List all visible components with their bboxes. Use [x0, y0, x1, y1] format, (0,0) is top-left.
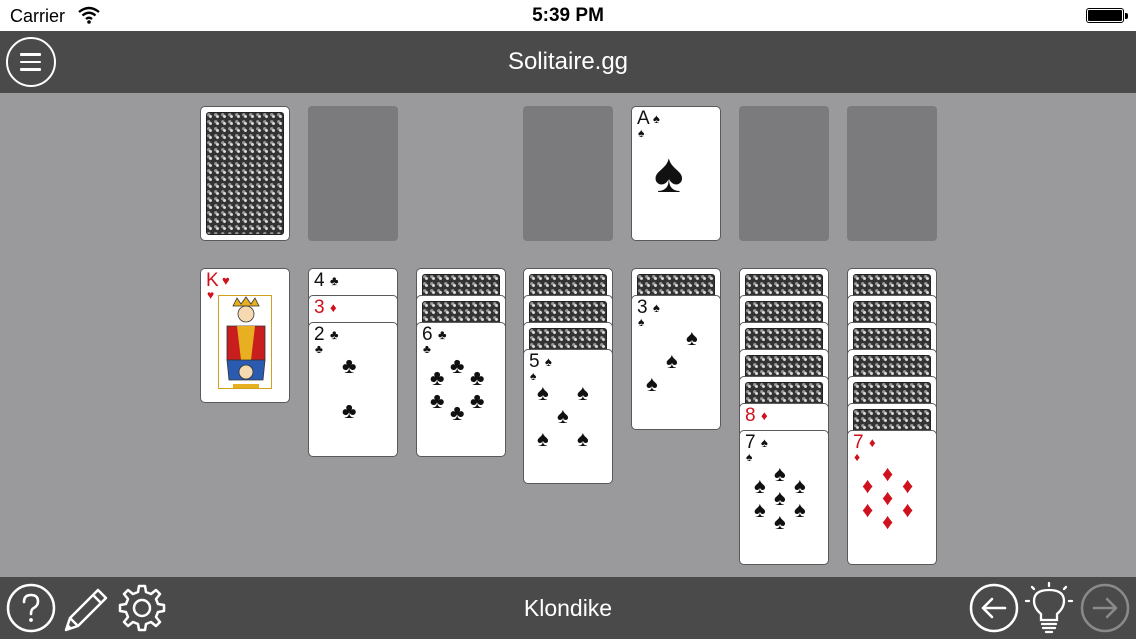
spade-icon: ♠: [794, 473, 806, 498]
diamond-icon: ♦: [902, 473, 914, 498]
card-suit: ♥: [222, 273, 230, 288]
club-icon: ♣: [470, 388, 485, 413]
diamond-icon: ♦: [902, 497, 914, 522]
card-suit: ♠: [653, 300, 660, 315]
card-suit: ♠: [545, 354, 552, 369]
card-suit: ♥: [207, 288, 215, 302]
title-bar: Solitaire.gg: [0, 31, 1136, 93]
club-icon: ♠: [646, 371, 658, 396]
card-suit: ♠: [761, 435, 768, 450]
card-suit: ♦: [869, 435, 876, 450]
page-title: Solitaire.gg: [507, 48, 629, 75]
card-rank: 4: [314, 270, 325, 291]
arrow-right-icon[interactable]: [1080, 583, 1130, 633]
diamond-icon: ♦: [862, 473, 874, 498]
tableau-card[interactable]: K ♥ ♥: [200, 268, 290, 403]
club-icon: ♣: [342, 353, 357, 378]
tableau-card[interactable]: 5 ♠ ♠ ♠ ♠ ♠ ♠ ♠: [523, 349, 613, 484]
card-suit: ♠: [530, 369, 537, 383]
foundation-2[interactable]: A ♠ ♠ ♠: [631, 106, 721, 241]
diamond-icon: ♦: [882, 485, 894, 510]
foundation-4[interactable]: [847, 106, 937, 241]
club-icon: ♠: [686, 325, 698, 350]
diamond-icon: ♦: [882, 461, 894, 486]
card-suit: ♦: [330, 300, 337, 315]
spade-icon: ♠: [774, 509, 786, 534]
card-suit: ♣: [438, 327, 447, 342]
club-icon: ♣: [342, 398, 357, 423]
spade-icon: ♠: [794, 497, 806, 522]
stock-pile[interactable]: [200, 106, 290, 241]
clock: 5:39 PM: [532, 5, 604, 26]
spade-icon: ♠: [537, 380, 549, 405]
tableau-card[interactable]: 3 ♠ ♠ ♠ ♠ ♠: [631, 295, 721, 430]
tableau-card[interactable]: 7 ♦ ♦ ♦ ♦ ♦ ♦ ♦ ♦ ♦: [847, 430, 937, 565]
card-suit: ♣: [330, 273, 339, 288]
club-icon: ♣: [450, 400, 465, 425]
card-rank: 3: [314, 297, 325, 318]
card-suit: ♠: [746, 450, 753, 464]
tableau-card[interactable]: 7 ♠ ♠ ♠ ♠ ♠ ♠ ♠ ♠ ♠: [739, 430, 829, 565]
club-icon: ♣: [430, 388, 445, 413]
card-rank: 8: [745, 405, 756, 426]
king-portrait: [218, 295, 272, 389]
spade-icon: ♠: [774, 461, 786, 486]
tableau-card[interactable]: 6 ♣ ♣ ♣ ♣ ♣ ♣ ♣ ♣: [416, 322, 506, 457]
card-suit: ♠: [638, 126, 645, 140]
card-suit: ♠: [653, 111, 660, 126]
card-suit: ♠: [638, 315, 645, 329]
foundation-3[interactable]: [739, 106, 829, 241]
card-suit: ♣: [423, 342, 431, 356]
diamond-icon: ♦: [882, 509, 894, 534]
waste-pile[interactable]: [308, 106, 398, 241]
club-icon: ♣: [450, 353, 465, 378]
lightbulb-icon[interactable]: [1024, 581, 1074, 635]
spade-icon: ♠: [557, 403, 569, 428]
arrow-left-icon[interactable]: [969, 583, 1019, 633]
diamond-icon: ♦: [862, 497, 874, 522]
spade-icon: ♠: [654, 141, 684, 204]
spade-icon: ♠: [537, 426, 549, 451]
card-suit: ♣: [330, 327, 339, 342]
spade-icon: ♠: [774, 485, 786, 510]
spade-icon: ♠: [754, 497, 766, 522]
tableau-card[interactable]: 2 ♣ ♣ ♣ ♣: [308, 322, 398, 457]
spade-icon: ♠: [754, 473, 766, 498]
bottom-bar: Klondike: [0, 577, 1136, 639]
spade-icon: ♠: [577, 426, 589, 451]
club-icon: ♣: [430, 365, 445, 390]
card-suit: ♦: [854, 450, 861, 464]
card-suit: ♦: [761, 408, 768, 423]
game-mode-label: Klondike: [523, 595, 613, 621]
club-icon: ♠: [666, 348, 678, 373]
club-icon: ♣: [470, 365, 485, 390]
battery-icon: [1086, 8, 1128, 23]
foundation-1[interactable]: [523, 106, 613, 241]
card-suit: ♣: [315, 342, 323, 356]
status-bar: Carrier 5:39 PM: [0, 0, 1136, 31]
spade-icon: ♠: [577, 380, 589, 405]
